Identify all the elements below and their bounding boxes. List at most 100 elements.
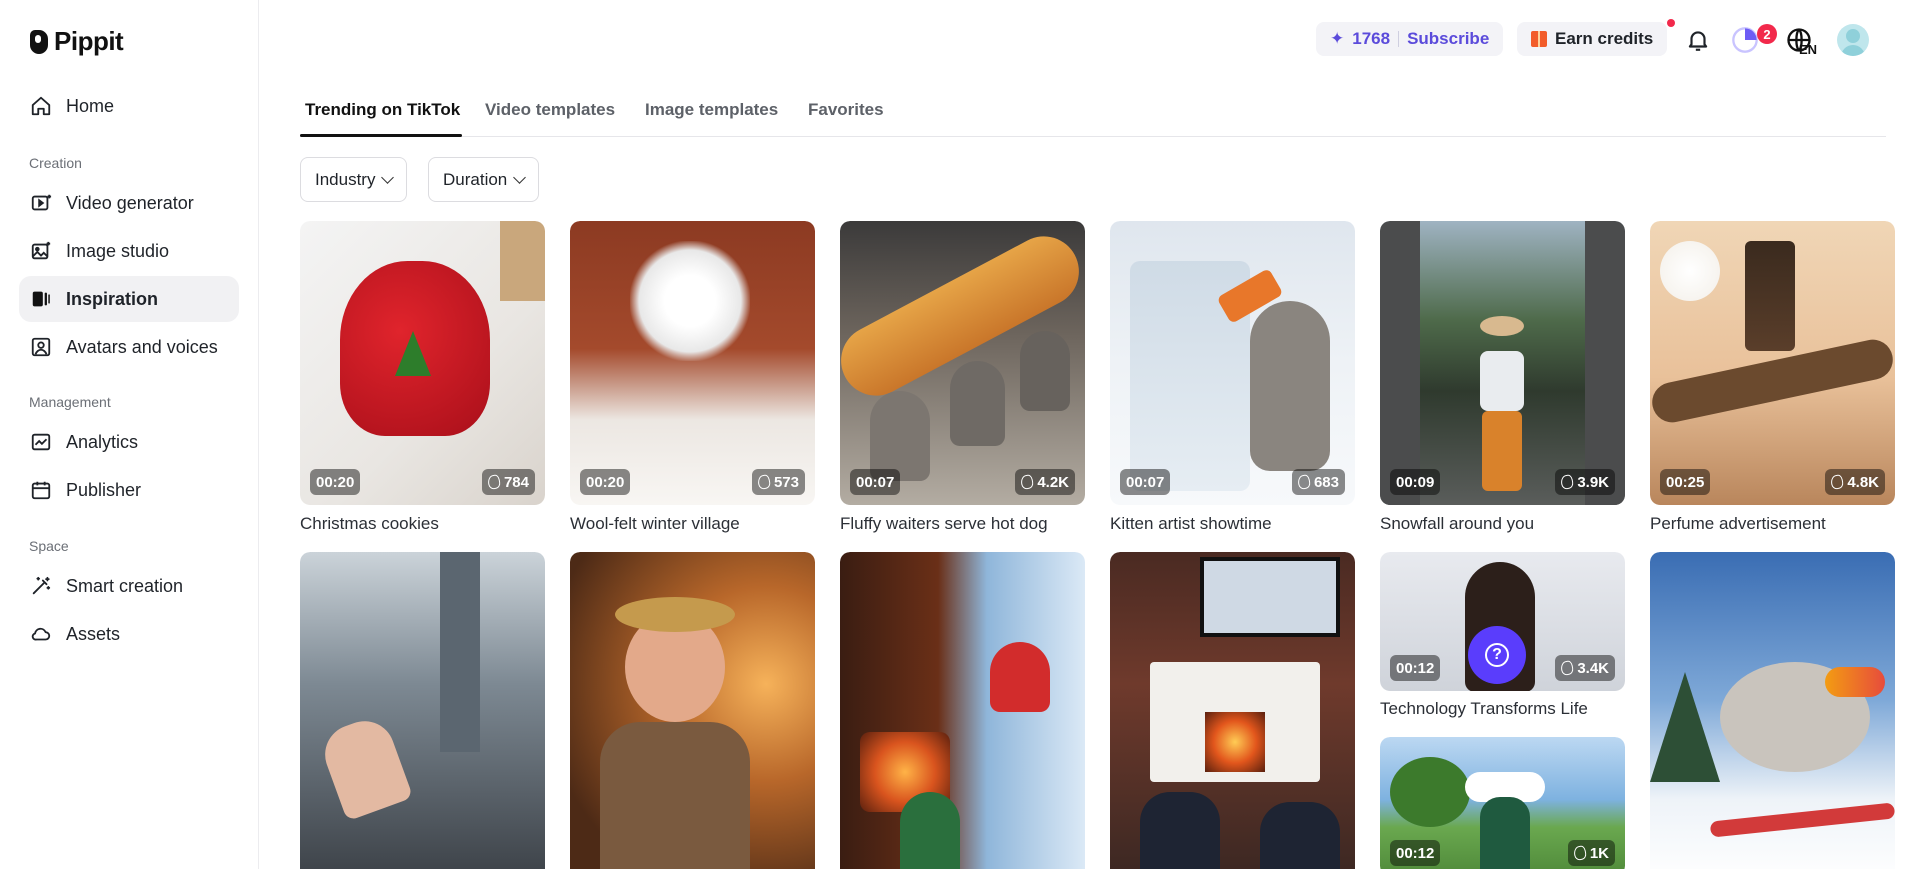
- straw-crown: [615, 597, 735, 632]
- sidebar-item-publisher[interactable]: Publisher: [19, 467, 239, 513]
- views-count: 4.2K: [1037, 473, 1069, 491]
- chevron-down-icon: [513, 170, 527, 184]
- card-title[interactable]: Christmas cookies: [300, 514, 439, 534]
- tab-image-templates[interactable]: Image templates: [645, 100, 778, 120]
- card-title[interactable]: Wool-felt winter village: [570, 514, 740, 534]
- user-avatar[interactable]: [1837, 24, 1869, 56]
- section-label-creation: Creation: [29, 155, 82, 171]
- help-button[interactable]: ?: [1468, 626, 1526, 684]
- pine-tree: [1650, 672, 1720, 782]
- home-icon: [30, 95, 52, 117]
- flame-icon: [756, 474, 772, 490]
- views-badge: 4.8K: [1825, 469, 1885, 495]
- lily-flower: [1660, 241, 1720, 301]
- subscribe-button[interactable]: Subscribe: [1407, 29, 1489, 49]
- sidebar-item-smart-creation[interactable]: Smart creation: [19, 563, 239, 609]
- card-title[interactable]: Fluffy waiters serve hot dog: [840, 514, 1048, 534]
- sidebar-item-video-generator[interactable]: Video generator: [19, 180, 239, 226]
- app-logo[interactable]: Pippit: [30, 26, 124, 57]
- views-count: 573: [773, 473, 799, 491]
- apron: [600, 722, 750, 869]
- notification-bell-icon[interactable]: [1684, 26, 1712, 54]
- sidebar-item-inspiration[interactable]: Inspiration: [19, 276, 239, 322]
- man-figure: [1480, 797, 1530, 869]
- video-thumbnail: [1380, 221, 1625, 505]
- gate-pillar: [1380, 221, 1420, 505]
- officer-figure: [1260, 802, 1340, 869]
- cloud-icon: [30, 623, 52, 645]
- sidebar-item-assets[interactable]: Assets: [19, 611, 239, 657]
- sidebar-item-home[interactable]: Home: [19, 83, 239, 129]
- raccoon-figure: [950, 361, 1005, 446]
- template-card[interactable]: 00:09 3.9K: [1380, 221, 1625, 505]
- template-card[interactable]: [840, 552, 1085, 869]
- video-thumbnail: [840, 552, 1085, 869]
- sidebar-item-label: Image studio: [66, 240, 170, 261]
- template-card[interactable]: 00:25 4.8K: [1650, 221, 1895, 505]
- duration-badge: 00:20: [580, 469, 631, 495]
- task-progress-icon[interactable]: [1731, 26, 1759, 54]
- duration-badge: 00:25: [1660, 469, 1711, 495]
- template-card[interactable]: [1650, 552, 1895, 869]
- card-title[interactable]: Kitten artist showtime: [1110, 514, 1272, 534]
- flame-icon: [1830, 474, 1845, 490]
- perfume-bottle: [1745, 241, 1795, 351]
- sidebar-item-label: Video generator: [66, 192, 194, 213]
- template-card[interactable]: 00:12 1K: [1380, 737, 1625, 869]
- flame-icon: [1560, 660, 1575, 676]
- tab-trending-on-tiktok[interactable]: Trending on TikTok: [305, 100, 460, 120]
- video-thumbnail: [570, 221, 815, 505]
- earn-credits-button[interactable]: Earn credits: [1517, 22, 1668, 56]
- snowboard: [1709, 802, 1895, 838]
- magic-wand-icon: [30, 575, 52, 597]
- video-thumbnail: [1110, 221, 1355, 505]
- calendar-icon: [30, 479, 52, 501]
- views-count: 4.8K: [1847, 473, 1879, 491]
- video-thumbnail: [570, 552, 815, 869]
- chevron-down-icon: [381, 170, 395, 184]
- template-card[interactable]: 00:20 784: [300, 221, 545, 505]
- flame-icon: [1572, 845, 1587, 861]
- views-badge: 1K: [1567, 840, 1615, 866]
- credits-count: 1768: [1352, 29, 1391, 48]
- template-card[interactable]: [570, 552, 815, 869]
- flame-icon: [486, 474, 502, 490]
- views-badge: 573: [751, 469, 805, 495]
- santa-figure: [990, 642, 1050, 712]
- video-thumbnail: [1650, 221, 1895, 505]
- earn-credits-dot: [1667, 19, 1675, 27]
- template-card[interactable]: 00:20 573: [570, 221, 815, 505]
- card-title[interactable]: Perfume advertisement: [1650, 514, 1826, 534]
- tab-favorites[interactable]: Favorites: [808, 100, 884, 120]
- app-name: Pippit: [54, 26, 124, 56]
- views-count: 3.4K: [1577, 659, 1609, 677]
- template-card[interactable]: 00:07 683: [1110, 221, 1355, 505]
- sidebar-item-label: Smart creation: [66, 575, 184, 596]
- inspiration-tabs: Trending on TikTok Video templates Image…: [300, 96, 1886, 137]
- template-card[interactable]: [1110, 552, 1355, 869]
- duration-badge: 00:20: [310, 469, 361, 495]
- sidebar-item-avatars-and-voices[interactable]: Avatars and voices: [19, 324, 239, 370]
- views-badge: 4.2K: [1015, 469, 1075, 495]
- tree: [1390, 757, 1470, 827]
- template-card[interactable]: 00:07 4.2K: [840, 221, 1085, 505]
- industry-filter-dropdown[interactable]: Industry: [300, 157, 408, 202]
- sidebar-item-analytics[interactable]: Analytics: [19, 419, 239, 465]
- duration-badge: 00:09: [1390, 469, 1441, 495]
- filter-label: Duration: [443, 169, 508, 189]
- duration-filter-dropdown[interactable]: Duration: [428, 157, 540, 202]
- views-count: 784: [503, 473, 529, 491]
- analytics-icon: [30, 431, 52, 453]
- language-label: EN: [1799, 42, 1818, 57]
- tab-video-templates[interactable]: Video templates: [485, 100, 615, 120]
- divider: [1398, 31, 1400, 47]
- credits-subscribe-pill[interactable]: ✦ 1768 Subscribe: [1316, 22, 1504, 56]
- video-thumbnail: [300, 552, 545, 869]
- sidebar: Pippit Home Creation Video generator Ima…: [0, 0, 259, 869]
- sidebar-item-image-studio[interactable]: Image studio: [19, 228, 239, 274]
- card-title[interactable]: Technology Transforms Life: [1380, 699, 1588, 719]
- template-card[interactable]: [300, 552, 545, 869]
- fire: [1205, 712, 1265, 772]
- card-title[interactable]: Snowfall around you: [1380, 514, 1534, 534]
- pippit-logo-icon: [30, 29, 48, 54]
